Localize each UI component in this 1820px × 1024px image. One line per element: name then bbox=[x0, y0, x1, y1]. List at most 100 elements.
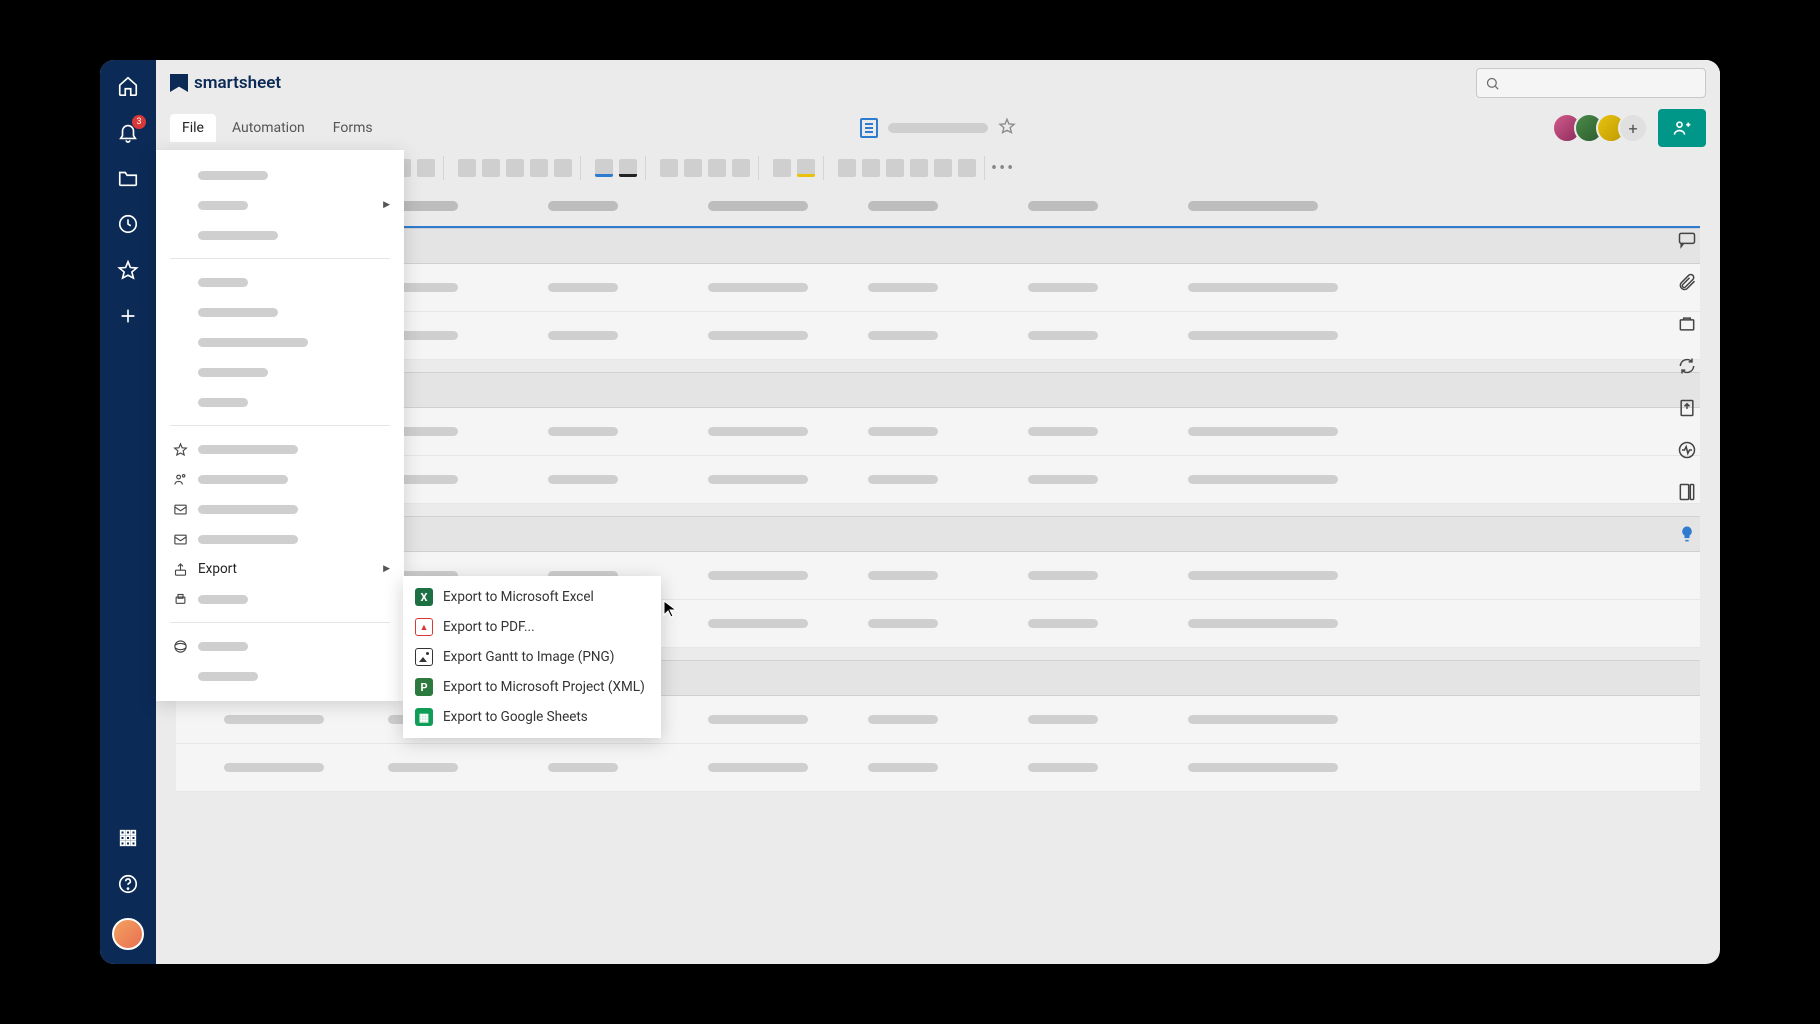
toolbar-button[interactable] bbox=[732, 159, 750, 177]
cell[interactable] bbox=[1188, 283, 1338, 292]
export-pdf[interactable]: ▲ Export to PDF... bbox=[403, 612, 661, 642]
cell[interactable] bbox=[1028, 715, 1098, 724]
cell[interactable] bbox=[868, 283, 938, 292]
file-menu-item[interactable] bbox=[156, 387, 404, 417]
attachments-icon[interactable] bbox=[1677, 272, 1699, 294]
file-menu-item[interactable] bbox=[156, 494, 404, 524]
toolbar-button[interactable] bbox=[506, 159, 524, 177]
cell[interactable] bbox=[1188, 715, 1338, 724]
cell[interactable] bbox=[548, 475, 618, 484]
toolbar-button[interactable] bbox=[595, 159, 613, 177]
cell[interactable] bbox=[868, 763, 938, 772]
toolbar-button[interactable] bbox=[619, 159, 637, 177]
publish-icon[interactable] bbox=[1677, 398, 1699, 420]
section-row[interactable]: ▼ bbox=[176, 228, 1700, 264]
favorites-icon[interactable] bbox=[116, 258, 140, 282]
recents-icon[interactable] bbox=[116, 212, 140, 236]
cell[interactable] bbox=[388, 763, 458, 772]
toolbar-button[interactable] bbox=[554, 159, 572, 177]
avatar-stack[interactable]: + bbox=[1552, 113, 1648, 143]
notifications-icon[interactable]: 3 bbox=[116, 120, 140, 144]
tips-icon[interactable] bbox=[1677, 524, 1699, 546]
file-menu-item[interactable] bbox=[156, 357, 404, 387]
toolbar-button[interactable] bbox=[684, 159, 702, 177]
column-header[interactable] bbox=[868, 201, 938, 211]
proofs-icon[interactable] bbox=[1677, 314, 1699, 336]
cell[interactable] bbox=[224, 715, 324, 724]
cell[interactable] bbox=[224, 763, 324, 772]
cell[interactable] bbox=[548, 331, 618, 340]
toolbar-button[interactable] bbox=[862, 159, 880, 177]
cell[interactable] bbox=[868, 619, 938, 628]
file-menu-item[interactable] bbox=[156, 524, 404, 554]
file-menu-item[interactable] bbox=[156, 584, 404, 614]
toolbar-more-icon[interactable]: ••• bbox=[991, 158, 1015, 179]
add-icon[interactable] bbox=[116, 304, 140, 328]
share-button[interactable] bbox=[1658, 109, 1706, 147]
toolbar-button[interactable] bbox=[660, 159, 678, 177]
export-google-sheets[interactable]: ▦ Export to Google Sheets bbox=[403, 702, 661, 732]
cell[interactable] bbox=[868, 427, 938, 436]
file-menu-item[interactable] bbox=[156, 327, 404, 357]
cell[interactable] bbox=[548, 427, 618, 436]
cell[interactable] bbox=[708, 571, 808, 580]
export-excel[interactable]: X Export to Microsoft Excel bbox=[403, 582, 661, 612]
file-menu-item[interactable] bbox=[156, 661, 404, 691]
cell[interactable] bbox=[708, 475, 808, 484]
toolbar-button[interactable] bbox=[708, 159, 726, 177]
section-row[interactable]: ▼ bbox=[176, 372, 1700, 408]
file-menu-item[interactable] bbox=[156, 160, 404, 190]
user-avatar[interactable] bbox=[112, 918, 144, 950]
table-row[interactable] bbox=[176, 264, 1700, 312]
file-menu-item[interactable] bbox=[156, 297, 404, 327]
cell[interactable] bbox=[1028, 283, 1098, 292]
file-menu-item[interactable] bbox=[156, 631, 404, 661]
file-menu-item[interactable] bbox=[156, 267, 404, 297]
cell[interactable] bbox=[868, 715, 938, 724]
export-gantt-image[interactable]: Export Gantt to Image (PNG) bbox=[403, 642, 661, 672]
cell[interactable] bbox=[868, 331, 938, 340]
cell[interactable] bbox=[548, 283, 618, 292]
toolbar-button[interactable] bbox=[910, 159, 928, 177]
toolbar-button[interactable] bbox=[458, 159, 476, 177]
home-icon[interactable] bbox=[116, 74, 140, 98]
toolbar-button[interactable] bbox=[934, 159, 952, 177]
help-icon[interactable] bbox=[116, 872, 140, 896]
cell[interactable] bbox=[708, 619, 808, 628]
toolbar-button[interactable] bbox=[773, 159, 791, 177]
document-title[interactable] bbox=[888, 123, 988, 133]
update-requests-icon[interactable] bbox=[1677, 356, 1699, 378]
column-header[interactable] bbox=[708, 201, 808, 211]
cell[interactable] bbox=[868, 571, 938, 580]
brand-logo[interactable]: smartsheet bbox=[170, 73, 281, 93]
column-header[interactable] bbox=[1188, 201, 1318, 211]
cell[interactable] bbox=[1188, 427, 1338, 436]
toolbar-button[interactable] bbox=[482, 159, 500, 177]
cell[interactable] bbox=[548, 763, 618, 772]
cell[interactable] bbox=[868, 475, 938, 484]
file-menu-item[interactable] bbox=[156, 464, 404, 494]
search-input[interactable] bbox=[1476, 68, 1706, 98]
add-collaborator-button[interactable]: + bbox=[1618, 113, 1648, 143]
file-menu-item[interactable] bbox=[156, 220, 404, 250]
favorite-toggle[interactable] bbox=[998, 117, 1016, 139]
cell[interactable] bbox=[708, 283, 808, 292]
cell[interactable] bbox=[1188, 331, 1338, 340]
table-row[interactable] bbox=[176, 744, 1700, 792]
column-header[interactable] bbox=[548, 201, 618, 211]
toolbar-button[interactable] bbox=[417, 159, 435, 177]
cell[interactable] bbox=[1188, 763, 1338, 772]
cell[interactable] bbox=[1188, 571, 1338, 580]
toolbar-button[interactable] bbox=[530, 159, 548, 177]
toolbar-button[interactable] bbox=[886, 159, 904, 177]
cell[interactable] bbox=[1028, 763, 1098, 772]
cell[interactable] bbox=[708, 331, 808, 340]
cell[interactable] bbox=[1028, 427, 1098, 436]
menu-tab-forms[interactable]: Forms bbox=[321, 114, 385, 142]
cell[interactable] bbox=[708, 427, 808, 436]
table-row[interactable] bbox=[176, 408, 1700, 456]
summary-icon[interactable] bbox=[1677, 482, 1699, 504]
toolbar-button[interactable] bbox=[958, 159, 976, 177]
toolbar-button[interactable] bbox=[838, 159, 856, 177]
toolbar-button[interactable] bbox=[797, 159, 815, 177]
